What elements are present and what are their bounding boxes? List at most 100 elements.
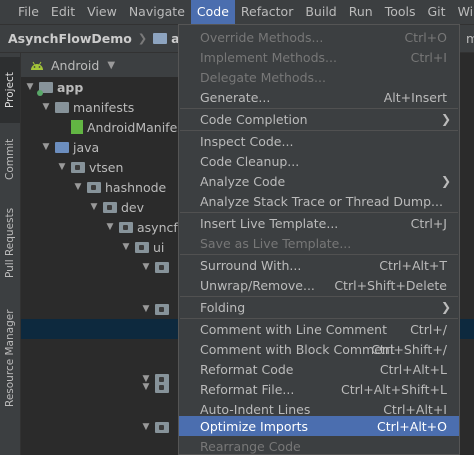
menu-item-shortcut: Ctrl+O bbox=[404, 29, 447, 45]
ide-window: File Edit View Navigate Code Refactor Bu… bbox=[0, 0, 474, 455]
menu-item-unwrap-remove[interactable]: Unwrap/Remove... Ctrl+Shift+Delete bbox=[179, 275, 459, 295]
menu-item-generate[interactable]: Generate... Alt+Insert bbox=[179, 87, 459, 107]
menu-item-label: Optimize Imports bbox=[200, 418, 309, 434]
package-icon bbox=[119, 221, 133, 233]
menu-view[interactable]: View bbox=[81, 0, 123, 24]
tab-resource-manager[interactable]: Resource Manager bbox=[0, 293, 20, 423]
tree-item-label: hashnode bbox=[105, 179, 167, 195]
menu-item-shortcut: Ctrl+J bbox=[410, 215, 447, 231]
package-icon bbox=[71, 161, 85, 173]
menu-item-rearrange-code[interactable]: Rearrange Code bbox=[179, 436, 459, 455]
android-icon bbox=[31, 61, 43, 70]
menu-build[interactable]: Build bbox=[299, 0, 342, 24]
menu-item-reformat-code[interactable]: Reformat Code Ctrl+Alt+L bbox=[179, 359, 459, 379]
manifest-file-icon bbox=[71, 120, 83, 134]
menu-item-label: Save as Live Template... bbox=[200, 235, 352, 251]
tab-pull-requests-label: Pull Requests bbox=[4, 207, 16, 279]
menu-code[interactable]: Code bbox=[190, 0, 235, 24]
menu-item-shortcut: Ctrl+Alt+L bbox=[379, 361, 447, 377]
menu-item-label: Reformat File... bbox=[200, 381, 295, 397]
menu-item-label: Auto-Indent Lines bbox=[200, 401, 311, 417]
menu-item-label: Inspect Code... bbox=[200, 133, 294, 149]
menu-item-implement-methods[interactable]: Implement Methods... Ctrl+I bbox=[179, 47, 459, 67]
package-icon bbox=[103, 201, 117, 213]
chevron-down-icon: ▼ bbox=[122, 242, 130, 252]
chevron-down-icon: ▼ bbox=[106, 222, 114, 232]
tab-pull-requests[interactable]: Pull Requests bbox=[0, 193, 20, 293]
chevron-down-icon: ▼ bbox=[142, 422, 150, 432]
menu-item-label: Generate... bbox=[200, 89, 271, 105]
menu-window[interactable]: Window bbox=[452, 0, 474, 24]
package-icon bbox=[155, 381, 169, 393]
menu-item-surround-with[interactable]: Surround With... Ctrl+Alt+T bbox=[179, 255, 459, 275]
breadcrumb-overflow: mo bbox=[466, 31, 474, 46]
menu-run[interactable]: Run bbox=[343, 0, 379, 24]
chevron-down-icon: ▼ bbox=[58, 162, 66, 172]
tab-commit[interactable]: Commit bbox=[0, 129, 20, 189]
source-folder-icon bbox=[55, 141, 69, 153]
submenu-arrow-icon: ❯ bbox=[440, 112, 451, 126]
menu-item-code-cleanup[interactable]: Code Cleanup... bbox=[179, 151, 459, 171]
menu-item-label: Folding bbox=[200, 299, 246, 315]
tree-item-label: vtsen bbox=[89, 159, 124, 175]
folder-icon bbox=[153, 33, 168, 44]
menu-item-save-as-live-template[interactable]: Save as Live Template... bbox=[179, 233, 459, 253]
menu-item-shortcut: Ctrl+Alt+Shift+L bbox=[341, 381, 447, 397]
menu-item-label: Analyze Stack Trace or Thread Dump... bbox=[200, 193, 443, 209]
menu-item-delegate-methods[interactable]: Delegate Methods... bbox=[179, 67, 459, 87]
menu-item-label: Code Completion bbox=[200, 111, 308, 127]
menu-item-shortcut: Alt+Insert bbox=[383, 89, 447, 105]
menu-bar: File Edit View Navigate Code Refactor Bu… bbox=[0, 0, 474, 25]
tree-item-label: AndroidManifest. bbox=[87, 119, 193, 135]
tool-window-strip: Project Commit Pull Requests Resource Ma… bbox=[0, 53, 21, 455]
menu-item-comment-line[interactable]: Comment with Line Comment Ctrl+/ bbox=[179, 319, 459, 339]
menu-item-inspect-code[interactable]: Inspect Code... bbox=[179, 131, 459, 151]
tree-item-label: dev bbox=[121, 199, 145, 215]
menu-item-override-methods[interactable]: Override Methods... Ctrl+O bbox=[179, 27, 459, 47]
tab-project[interactable]: Project bbox=[0, 57, 20, 123]
tree-item-label: app bbox=[57, 79, 84, 95]
tree-item-label: ui bbox=[153, 239, 165, 255]
menu-item-optimize-imports[interactable]: Optimize Imports Ctrl+Alt+O bbox=[179, 416, 459, 436]
menu-file[interactable]: File bbox=[12, 0, 45, 24]
menu-item-shortcut: Ctrl+I bbox=[410, 49, 447, 65]
menu-edit[interactable]: Edit bbox=[45, 0, 81, 24]
menu-item-label: Override Methods... bbox=[200, 29, 324, 45]
menu-item-insert-live-template[interactable]: Insert Live Template... Ctrl+J bbox=[179, 213, 459, 233]
chevron-down-icon: ▼ bbox=[142, 304, 150, 314]
breadcrumb-project[interactable]: AsynchFlowDemo bbox=[0, 31, 132, 46]
menu-tools[interactable]: Tools bbox=[379, 0, 422, 24]
project-view-selector[interactable]: Android ▼ bbox=[21, 53, 181, 77]
menu-navigate[interactable]: Navigate bbox=[123, 0, 191, 24]
folder-icon bbox=[55, 101, 69, 113]
package-icon bbox=[155, 303, 169, 315]
menu-item-reformat-file[interactable]: Reformat File... Ctrl+Alt+Shift+L bbox=[179, 379, 459, 399]
menu-item-folding[interactable]: Folding ❯ bbox=[179, 297, 459, 317]
menu-item-shortcut: Ctrl+Shift+/ bbox=[371, 341, 447, 357]
tree-item-label: manifests bbox=[73, 99, 135, 115]
tab-project-label: Project bbox=[4, 72, 16, 108]
chevron-down-icon: ▼ bbox=[26, 82, 34, 92]
menu-item-label: Insert Live Template... bbox=[200, 215, 339, 231]
chevron-down-icon: ▼ bbox=[74, 182, 82, 192]
package-icon bbox=[155, 261, 169, 273]
menu-item-label: Surround With... bbox=[200, 257, 302, 273]
package-icon bbox=[155, 421, 169, 433]
menu-git[interactable]: Git bbox=[422, 0, 452, 24]
menu-item-label: Implement Methods... bbox=[200, 49, 337, 65]
menu-item-label: Comment with Block Comment bbox=[200, 341, 395, 357]
menu-item-comment-block[interactable]: Comment with Block Comment Ctrl+Shift+/ bbox=[179, 339, 459, 359]
chevron-down-icon: ▼ bbox=[42, 142, 50, 152]
menu-item-label: Analyze Code bbox=[200, 173, 286, 189]
menu-item-shortcut: Ctrl+/ bbox=[410, 321, 447, 337]
menu-item-analyze-code[interactable]: Analyze Code ❯ bbox=[179, 171, 459, 191]
menu-item-label: Delegate Methods... bbox=[200, 69, 326, 85]
menu-item-code-completion[interactable]: Code Completion ❯ bbox=[179, 109, 459, 129]
menu-item-label: Code Cleanup... bbox=[200, 153, 300, 169]
menu-item-analyze-stack-trace[interactable]: Analyze Stack Trace or Thread Dump... bbox=[179, 191, 459, 211]
menu-refactor[interactable]: Refactor bbox=[235, 0, 299, 24]
menu-item-shortcut: Ctrl+Alt+O bbox=[377, 418, 447, 434]
package-icon bbox=[87, 181, 101, 193]
tab-resource-manager-label: Resource Manager bbox=[4, 309, 16, 407]
menu-item-label: Reformat Code bbox=[200, 361, 294, 377]
